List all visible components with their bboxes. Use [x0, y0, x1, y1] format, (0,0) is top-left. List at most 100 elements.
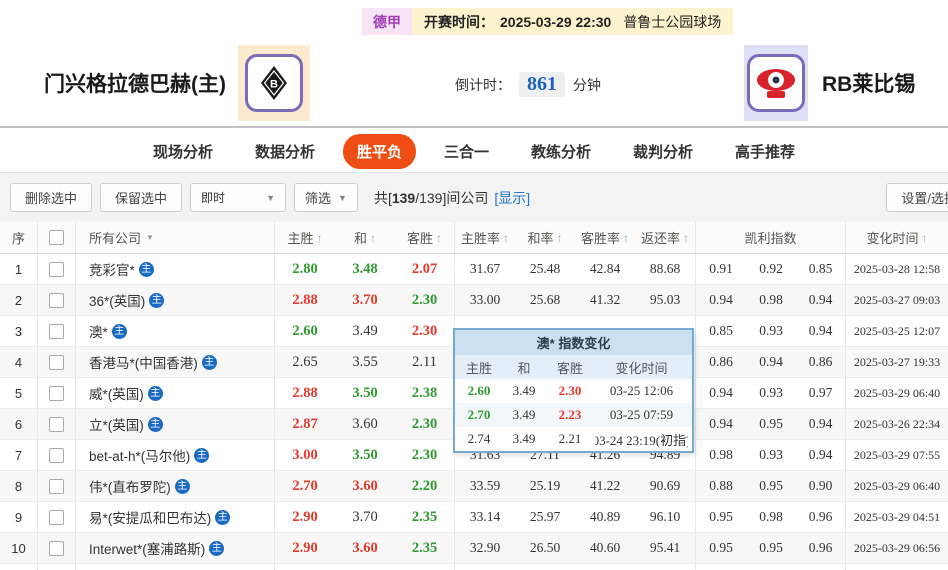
empty-cell — [0, 564, 38, 570]
odds-home[interactable]: 3.00 — [275, 440, 335, 470]
company-name[interactable]: 易*(安提瓜和巴布达) — [89, 507, 211, 527]
countdown: 倒计时： 861 分钟 — [455, 72, 601, 97]
kelly-value: 0.94 — [696, 409, 746, 439]
odds-home[interactable]: 2.90 — [275, 502, 335, 532]
odds-draw[interactable]: 3.70 — [335, 502, 395, 532]
row-checkbox[interactable] — [49, 417, 64, 432]
primary-company-icon: 主 — [139, 262, 154, 277]
time-filter-dropdown[interactable]: 即时 ▼ — [190, 183, 286, 212]
nav-tab[interactable]: 胜平负 — [343, 134, 416, 169]
change-time: 2025-03-27 19:33 — [846, 347, 948, 377]
row-checkbox[interactable] — [49, 262, 64, 277]
draw-rate: 25.97 — [515, 502, 575, 532]
odds-away[interactable]: 2.30 — [395, 316, 455, 346]
popup-home-odds: 2.74 — [455, 431, 503, 447]
nav-tab[interactable]: 现场分析 — [139, 134, 227, 169]
change-time: 2025-03-29 06:40 — [846, 471, 948, 501]
company-name[interactable]: 立*(英国) — [89, 414, 144, 434]
header-away-rate[interactable]: 客胜率↑ — [575, 222, 635, 253]
keep-selected-button[interactable]: 保留选中 — [100, 183, 182, 212]
change-time: 2025-03-28 12:58 — [846, 254, 948, 284]
row-checkbox[interactable] — [49, 293, 64, 308]
odds-draw[interactable]: 3.50 — [335, 378, 395, 408]
odds-draw[interactable]: 3.50 — [335, 440, 395, 470]
delete-selected-button[interactable]: 删除选中 — [10, 183, 92, 212]
popup-away-odds: 2.23 — [545, 407, 595, 423]
header-away-odds[interactable]: 客胜↑ — [395, 222, 455, 253]
odds-home[interactable]: 2.70 — [275, 471, 335, 501]
odds-draw[interactable]: 3.49 — [335, 316, 395, 346]
header-draw-odds[interactable]: 和↑ — [335, 222, 395, 253]
odds-away[interactable]: 2.11 — [395, 347, 455, 377]
odds-home[interactable]: 2.65 — [275, 347, 335, 377]
away-team-crest-icon — [747, 54, 805, 112]
odds-home[interactable]: 2.88 — [275, 378, 335, 408]
company-name[interactable]: 威*(英国) — [89, 383, 144, 403]
table-toolbar: 删除选中 保留选中 即时 ▼ 筛选 ▼ 共[139/139]间公司 [显示] 设… — [0, 172, 948, 222]
odds-away[interactable]: 2.35 — [395, 502, 455, 532]
kelly-value: 0.95 — [746, 533, 796, 563]
nav-tab[interactable]: 三合一 — [430, 134, 503, 169]
header-change-time[interactable]: 变化时间↑ — [846, 222, 948, 253]
home-rate: 31.67 — [455, 254, 515, 284]
row-seq: 6 — [0, 409, 38, 439]
row-checkbox[interactable] — [49, 355, 64, 370]
header-company[interactable]: 所有公司▼ — [76, 222, 275, 253]
row-checkbox[interactable] — [49, 324, 64, 339]
company-cell: 伟*(直布罗陀)主 — [76, 471, 275, 501]
kelly-value: 0.94 — [746, 347, 796, 377]
odds-draw[interactable]: 3.60 — [335, 409, 395, 439]
company-name[interactable]: 竞彩官* — [89, 259, 135, 279]
show-link[interactable]: [显示] — [494, 188, 530, 208]
row-seq: 8 — [0, 471, 38, 501]
row-checkbox[interactable] — [49, 386, 64, 401]
header-draw-rate[interactable]: 和率↑ — [515, 222, 575, 253]
odds-home[interactable]: 2.90 — [275, 533, 335, 563]
select-all-checkbox[interactable] — [49, 230, 64, 245]
odds-away[interactable]: 2.38 — [395, 378, 455, 408]
header-home-rate[interactable]: 主胜率↑ — [455, 222, 515, 253]
odds-away[interactable]: 2.20 — [395, 471, 455, 501]
company-count: 共[139/139]间公司 — [374, 188, 488, 208]
odds-draw[interactable]: 3.60 — [335, 533, 395, 563]
odds-draw[interactable]: 3.60 — [335, 471, 395, 501]
row-checkbox[interactable] — [49, 479, 64, 494]
odds-away[interactable]: 2.30 — [395, 285, 455, 315]
change-time: 2025-03-29 06:40 — [846, 378, 948, 408]
empty-cell — [76, 564, 275, 570]
company-name[interactable]: 澳* — [89, 321, 108, 341]
row-checkbox[interactable] — [49, 541, 64, 556]
header-home-odds[interactable]: 主胜↑ — [275, 222, 335, 253]
company-name[interactable]: 36*(英国) — [89, 290, 145, 310]
odds-draw[interactable]: 3.55 — [335, 347, 395, 377]
odds-home[interactable]: 2.60 — [275, 316, 335, 346]
odds-draw[interactable]: 3.48 — [335, 254, 395, 284]
nav-tab[interactable]: 数据分析 — [241, 134, 329, 169]
odds-home[interactable]: 2.88 — [275, 285, 335, 315]
kickoff-time: 2025-03-29 22:30 — [500, 14, 611, 30]
odds-away[interactable]: 2.35 — [395, 533, 455, 563]
odds-away[interactable]: 2.30 — [395, 440, 455, 470]
empty-cell — [455, 564, 515, 570]
odds-draw[interactable]: 3.70 — [335, 285, 395, 315]
odds-away[interactable]: 2.07 — [395, 254, 455, 284]
change-time: 2025-03-25 12:07 — [846, 316, 948, 346]
row-checkbox[interactable] — [49, 448, 64, 463]
company-name[interactable]: 香港马*(中国香港) — [89, 352, 198, 372]
odds-home[interactable]: 2.80 — [275, 254, 335, 284]
filter-dropdown[interactable]: 筛选 ▼ — [294, 183, 358, 212]
company-name[interactable]: bet-at-h*(马尔他) — [89, 445, 190, 465]
nav-tab[interactable]: 裁判分析 — [619, 134, 707, 169]
settings-button[interactable]: 设置/选择 — [886, 183, 948, 212]
nav-tab[interactable]: 高手推荐 — [721, 134, 809, 169]
nav-tab[interactable]: 教练分析 — [517, 134, 605, 169]
header-return-rate[interactable]: 返还率↑ — [635, 222, 696, 253]
odds-home[interactable]: 2.87 — [275, 409, 335, 439]
company-name[interactable]: 伟*(直布罗陀) — [89, 476, 171, 496]
company-name[interactable]: Interwet*(塞浦路斯) — [89, 538, 205, 558]
popup-away-odds: 2.21 — [545, 431, 595, 447]
odds-away[interactable]: 2.30 — [395, 409, 455, 439]
league-badge[interactable]: 德甲 — [362, 8, 412, 35]
row-checkbox[interactable] — [49, 510, 64, 525]
home-rate: 33.59 — [455, 471, 515, 501]
